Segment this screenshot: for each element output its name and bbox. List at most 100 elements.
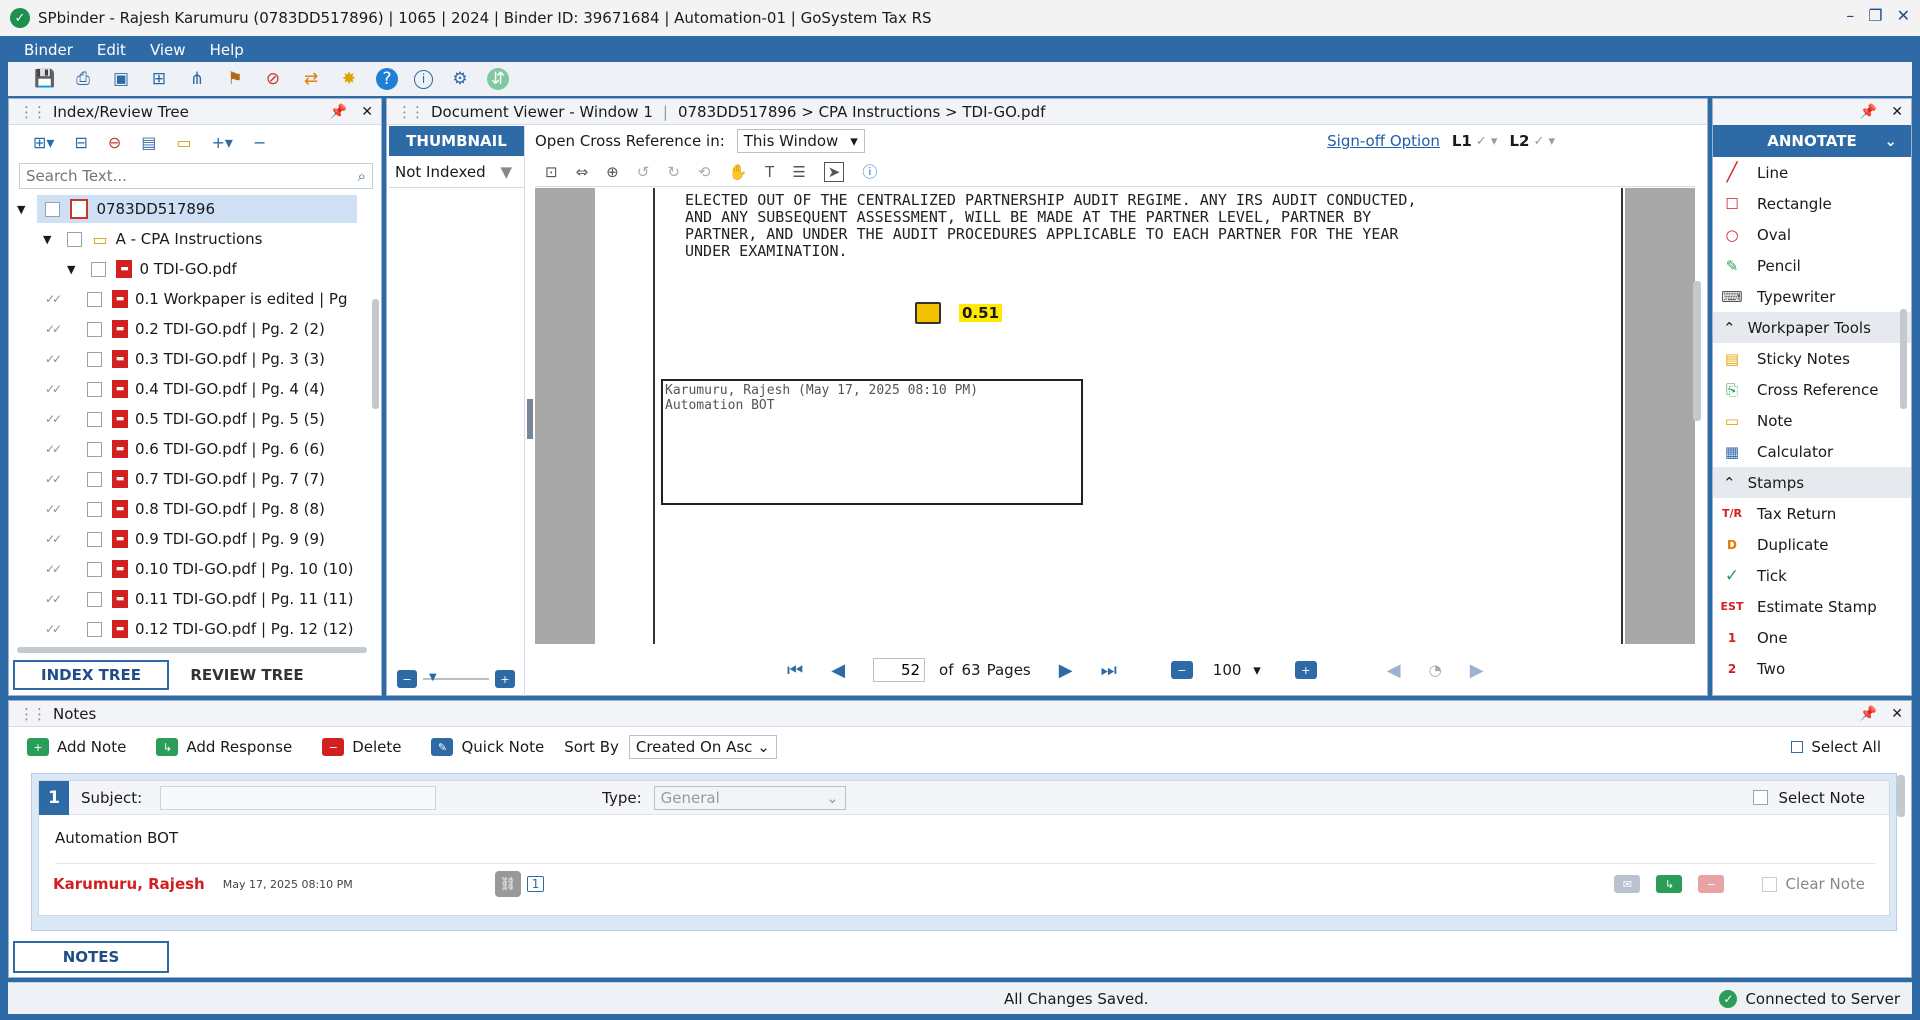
file-checkbox[interactable]: [91, 261, 107, 277]
close-panel-icon[interactable]: ✕: [1891, 706, 1903, 722]
tree-page-row[interactable]: ✓✓ ▬ 0.2 TDI-GO.pdf | Pg. 2 (2): [9, 314, 371, 344]
menu-edit[interactable]: Edit: [97, 41, 126, 59]
tree-page-row[interactable]: ✓✓ ▬ 0.7 TDI-GO.pdf | Pg. 7 (7): [9, 464, 371, 494]
tool-rectangle[interactable]: ☐ Rectangle: [1713, 188, 1911, 219]
pin-icon[interactable]: 📌: [1860, 706, 1877, 722]
tree-page-row[interactable]: ✓✓ ▬ 0.5 TDI-GO.pdf | Pg. 5 (5): [9, 404, 371, 434]
quick-note-button[interactable]: ✎ Quick Note: [431, 738, 544, 756]
info-tool-icon[interactable]: ⓘ: [862, 161, 877, 182]
tree-hscrollbar[interactable]: [17, 647, 367, 653]
page-checkbox[interactable]: [87, 531, 102, 547]
rotate-icon[interactable]: ⟲: [698, 163, 711, 181]
menu-binder[interactable]: Binder: [24, 41, 73, 59]
close-panel-icon[interactable]: ✕: [361, 104, 373, 120]
zoom-in-thumb-button[interactable]: +: [495, 670, 515, 688]
back-icon[interactable]: ◀: [1387, 660, 1401, 681]
tab-index-tree[interactable]: INDEX TREE: [13, 660, 169, 690]
tab-notes[interactable]: NOTES: [13, 941, 169, 973]
tree-view-icon[interactable]: ⊟: [74, 133, 87, 152]
history-icon[interactable]: ◔: [1429, 661, 1442, 679]
reply-icon[interactable]: ✉: [1614, 875, 1641, 893]
page-checkbox[interactable]: [87, 411, 102, 427]
maximize-button[interactable]: ❐: [1868, 6, 1882, 25]
stamp-one[interactable]: 1 One: [1713, 622, 1911, 653]
actual-size-icon[interactable]: ⊕: [606, 163, 619, 181]
pin-icon[interactable]: 📌: [1860, 104, 1877, 120]
rotate-right-icon[interactable]: ↻: [667, 163, 680, 181]
note-body-text[interactable]: Automation BOT: [39, 815, 1889, 863]
page-checkbox[interactable]: [87, 591, 102, 607]
network-icon[interactable]: ⊞: [148, 68, 170, 90]
first-page-icon[interactable]: ⏮: [787, 660, 803, 681]
stamp-duplicate[interactable]: D Duplicate: [1713, 529, 1911, 560]
select-all-checkbox[interactable]: [1791, 741, 1804, 753]
tree-scrollbar[interactable]: [372, 299, 379, 409]
select-all-control[interactable]: Select All: [1791, 738, 1881, 756]
tree-page-row[interactable]: ✓✓ ▬ 0.12 TDI-GO.pdf | Pg. 12 (12): [9, 614, 371, 644]
sync-icon[interactable]: ⇵: [487, 68, 509, 90]
collapse-all-icon[interactable]: −: [253, 133, 266, 152]
page-checkbox[interactable]: [87, 381, 102, 397]
zoom-out-thumb-button[interactable]: −: [397, 670, 417, 688]
settings-icon[interactable]: ⚙: [449, 68, 471, 90]
tree-page-row[interactable]: ✓✓ ▬ 0.4 TDI-GO.pdf | Pg. 4 (4): [9, 374, 371, 404]
open-xref-dropdown[interactable]: This Window ▾: [736, 129, 865, 153]
zoom-dropdown[interactable]: 100 ▾: [1206, 658, 1267, 682]
tree-page-row[interactable]: ✓✓ ▬ 0.9 TDI-GO.pdf | Pg. 9 (9): [9, 524, 371, 554]
sort-by-dropdown[interactable]: Created On Asc ⌄: [628, 735, 777, 759]
drag-grip-icon[interactable]: ⋮⋮: [19, 103, 47, 121]
tree-file-row[interactable]: ▼ ▬ 0 TDI-GO.pdf: [9, 254, 371, 284]
subject-input[interactable]: [160, 785, 437, 810]
add-note-button[interactable]: + Add Note: [27, 738, 126, 756]
select-note-checkbox[interactable]: [1753, 790, 1769, 805]
folder-icon[interactable]: ▭: [176, 133, 191, 152]
save-icon[interactable]: 💾: [34, 68, 56, 90]
add-response-inline-icon[interactable]: ↳: [1656, 875, 1683, 893]
stamp-tax-return[interactable]: T/R Tax Return: [1713, 498, 1911, 529]
stamp-two[interactable]: 2 Two: [1713, 653, 1911, 684]
import-doc-icon[interactable]: ▤: [141, 133, 156, 152]
link-icon[interactable]: ⛓: [494, 871, 521, 897]
section-workpaper-tools[interactable]: ⌃ Workpaper Tools: [1713, 312, 1911, 343]
select-tool-icon[interactable]: ➤: [823, 161, 845, 182]
stamp-icon[interactable]: ⚑: [224, 68, 246, 90]
tree-root-row[interactable]: ▼ 0783DD517896: [9, 194, 371, 224]
menu-help[interactable]: Help: [210, 41, 244, 59]
tree-page-row[interactable]: ✓✓ ▬ 0.1 Workpaper is edited | Pg: [9, 284, 371, 314]
next-page-icon[interactable]: ▶: [1059, 660, 1073, 681]
tab-thumbnail[interactable]: THUMBNAIL: [389, 126, 524, 156]
zoom-out-button[interactable]: −: [1170, 661, 1193, 679]
swap-icon[interactable]: ⇄: [300, 68, 322, 90]
select-note-control[interactable]: Select Note: [1753, 789, 1865, 807]
tree-icon[interactable]: ⋔: [186, 68, 208, 90]
collapse-arrow-icon[interactable]: ▼: [67, 263, 75, 276]
chevron-down-icon[interactable]: ⌄: [1884, 132, 1897, 150]
zoom-in-button[interactable]: +: [1294, 661, 1317, 679]
page-checkbox[interactable]: [87, 621, 102, 637]
tool-note[interactable]: ▭ Note: [1713, 405, 1911, 436]
link-count-badge[interactable]: 1: [526, 876, 545, 892]
list-icon[interactable]: ☰: [792, 163, 805, 181]
delete-inline-icon[interactable]: −: [1698, 875, 1725, 893]
pin-icon[interactable]: 📌: [330, 104, 347, 120]
remove-doc-icon[interactable]: ⊖: [108, 133, 121, 152]
splitter-handle[interactable]: [527, 399, 533, 439]
tool-line[interactable]: ╱ Line: [1713, 157, 1911, 188]
page-checkbox[interactable]: [87, 321, 102, 337]
signoff-option-link[interactable]: Sign-off Option: [1327, 132, 1440, 150]
badge-icon[interactable]: ✸: [338, 68, 360, 90]
tab-review-tree[interactable]: REVIEW TREE: [169, 660, 325, 690]
clear-note-checkbox[interactable]: [1762, 876, 1778, 892]
tool-sticky-notes[interactable]: ▤ Sticky Notes: [1713, 343, 1911, 374]
last-page-icon[interactable]: ⏭: [1101, 660, 1117, 681]
stamp-tick[interactable]: ✓ Tick: [1713, 560, 1911, 591]
signoff-stamp-box[interactable]: Karumuru, Rajesh (May 17, 2025 08:10 PM)…: [661, 379, 1083, 505]
tool-calculator[interactable]: ▦ Calculator: [1713, 436, 1911, 467]
folder-checkbox[interactable]: [67, 231, 83, 247]
page-checkbox[interactable]: [87, 291, 102, 307]
sticky-note-icon[interactable]: [915, 302, 941, 324]
close-panel-icon[interactable]: ✕: [1891, 104, 1903, 120]
tool-cross-reference[interactable]: ⎘ Cross Reference: [1713, 374, 1911, 405]
minimize-button[interactable]: –: [1846, 6, 1854, 25]
section-stamps[interactable]: ⌃ Stamps: [1713, 467, 1911, 498]
